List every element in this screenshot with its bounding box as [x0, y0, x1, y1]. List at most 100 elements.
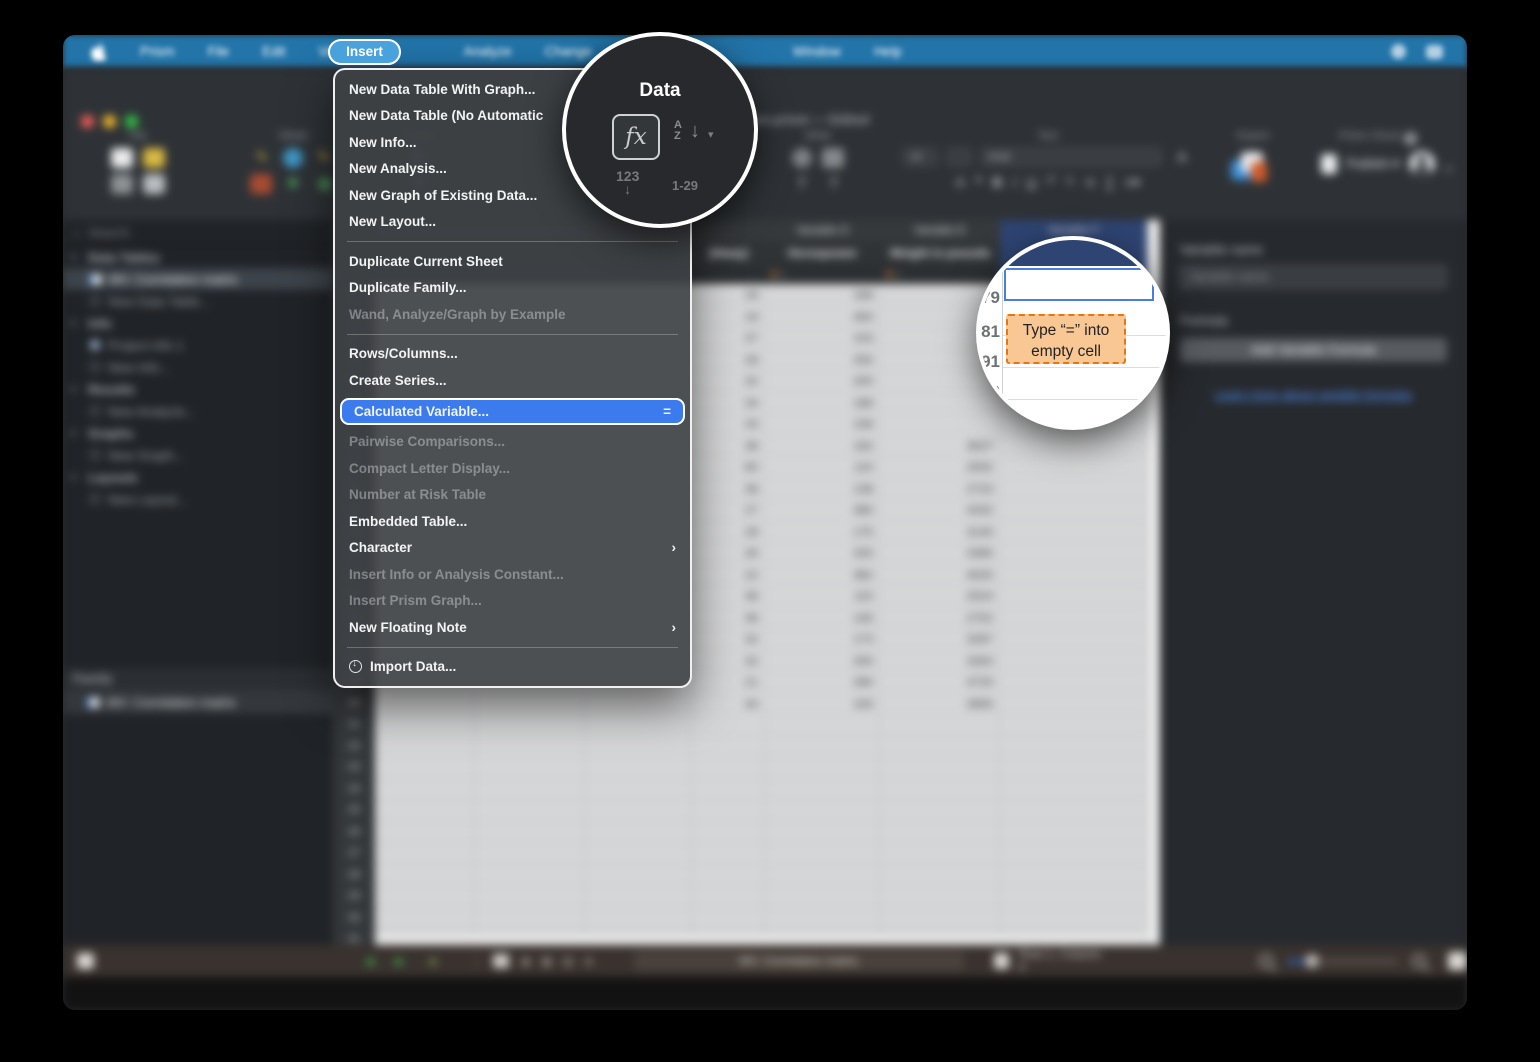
underline-icon[interactable]: U: [1026, 174, 1036, 191]
disclosure-triangle-icon[interactable]: ▾: [71, 472, 81, 483]
table-cell-value[interactable]: 33: [692, 413, 765, 435]
table-cell[interactable]: [692, 757, 765, 779]
table-cell[interactable]: [475, 800, 585, 822]
graph-view-icon[interactable]: ▤: [562, 954, 573, 968]
table-cell-value[interactable]: 27: [692, 499, 765, 521]
table-cell[interactable]: [1000, 585, 1147, 607]
table-cell[interactable]: [880, 714, 1000, 736]
table-cell[interactable]: [375, 779, 475, 801]
next-sheet-icon[interactable]: ▶: [396, 954, 405, 968]
table-cell-value[interactable]: 2752: [880, 607, 1000, 629]
table-cell[interactable]: [375, 843, 475, 865]
info-view-icon[interactable]: ◉: [521, 954, 531, 968]
italic-icon[interactable]: I: [1012, 174, 1016, 191]
number-format-icon[interactable]: 123↓: [616, 170, 639, 196]
text-box-icon[interactable]: T: [823, 174, 845, 194]
table-cell[interactable]: [765, 800, 880, 822]
table-cell-value[interactable]: 110: [765, 456, 880, 478]
sidebar-item-new-layout[interactable]: +New Layout...: [63, 488, 333, 510]
export-orange-doc-icon[interactable]: [1251, 162, 1267, 182]
table-cell-value[interactable]: 2524: [880, 585, 1000, 607]
table-cell[interactable]: [765, 714, 880, 736]
table-cell-value[interactable]: 192: [765, 435, 880, 457]
table-cell[interactable]: [1000, 521, 1147, 543]
back-sheet-icon[interactable]: ◀: [427, 954, 436, 968]
format-a-icon[interactable]: A: [885, 269, 893, 281]
superscript-icon[interactable]: x²: [1047, 174, 1056, 191]
subscript-icon[interactable]: x₂: [1066, 174, 1076, 191]
table-cell[interactable]: [765, 736, 880, 758]
column-title[interactable]: Horsepower: [765, 242, 880, 264]
table-cell[interactable]: [585, 693, 692, 715]
learn-more-link[interactable]: Learn more about variable formulas: [1180, 388, 1447, 402]
table-cell[interactable]: [375, 714, 475, 736]
table-cell[interactable]: [692, 779, 765, 801]
table-cell[interactable]: [692, 886, 765, 908]
column-title[interactable]: (Hway): [692, 242, 765, 264]
menu-item-calculated-variable[interactable]: Calculated Variable...=: [340, 398, 685, 425]
table-cell[interactable]: [692, 843, 765, 865]
toolbar-overflow-chevron[interactable]: »: [1444, 160, 1453, 178]
table-cell-value[interactable]: 145: [765, 607, 880, 629]
menu-item-import-data[interactable]: Import Data...: [335, 654, 690, 681]
table-cell-value[interactable]: 4720: [880, 671, 1000, 693]
table-cell[interactable]: [1000, 607, 1147, 629]
menu-item-character[interactable]: Character›: [335, 535, 690, 562]
sidebar-item-new-graph[interactable]: +New Graph...: [63, 444, 333, 466]
menu-item-embedded-table[interactable]: Embedded Table...: [335, 508, 690, 535]
table-cell-value[interactable]: 32: [692, 370, 765, 392]
disclosure-triangle-icon[interactable]: ▾: [71, 318, 81, 329]
column-title[interactable]: Weight in pounds: [880, 242, 1000, 264]
table-cell[interactable]: [375, 800, 475, 822]
table-cell-value[interactable]: 22: [692, 564, 765, 586]
table-cell-value[interactable]: 3140: [880, 521, 1000, 543]
table-cell[interactable]: [1000, 693, 1147, 715]
text-tool-icon[interactable]: T: [791, 174, 813, 194]
menubar-item-prism[interactable]: Prism: [140, 44, 175, 59]
sidebar-section-info[interactable]: ▾Info: [63, 312, 333, 334]
column-header[interactable]: Variable D: [765, 220, 880, 242]
table-cell-value[interactable]: 4332: [880, 499, 1000, 521]
format-a-icon[interactable]: A: [770, 269, 778, 281]
column-header[interactable]: Variable E: [880, 220, 1000, 242]
magnified-selected-cell[interactable]: [1004, 268, 1154, 301]
table-cell[interactable]: [765, 908, 880, 930]
table-cell[interactable]: [1000, 865, 1147, 887]
zoom-in-icon[interactable]: [1412, 954, 1426, 968]
table-cell[interactable]: [1000, 671, 1147, 693]
cloud-info-icon[interactable]: i: [1404, 132, 1417, 145]
table-cell-value[interactable]: 200: [765, 370, 880, 392]
disclosure-triangle-icon[interactable]: ▾: [71, 428, 81, 439]
table-cell[interactable]: [692, 865, 765, 887]
close-window-button[interactable]: [81, 115, 94, 128]
table-cell[interactable]: [765, 757, 880, 779]
format-chevron-icon[interactable]: ▾: [781, 271, 785, 280]
table-cell[interactable]: [475, 693, 585, 715]
table-cell[interactable]: [475, 779, 585, 801]
font-size-stepper[interactable]: [947, 148, 971, 166]
table-cell[interactable]: [585, 736, 692, 758]
menubar-item-analyze[interactable]: Analyze: [464, 44, 512, 59]
table-cell-value[interactable]: 3637: [880, 435, 1000, 457]
sidebar-section-graphs[interactable]: ▾Graphs: [63, 422, 333, 444]
table-column-variable-d[interactable]: Variable DHorsepowerA ▾16845010325520018…: [765, 220, 880, 945]
sidebar-item-mv-correlation-matrix[interactable]: MV: Correlation matrix: [63, 268, 333, 290]
table-cell-value[interactable]: 21: [692, 671, 765, 693]
table-cell[interactable]: [692, 714, 765, 736]
table-cell-value[interactable]: 19: [692, 306, 765, 328]
sort-az-icon[interactable]: AZ: [674, 120, 682, 142]
table-cell-value[interactable]: 60: [692, 456, 765, 478]
table-cell-value[interactable]: 2723: [880, 478, 1000, 500]
sidebar-section-layouts[interactable]: ▾Layouts: [63, 466, 333, 488]
grow-font-icon[interactable]: A: [956, 174, 965, 191]
table-cell[interactable]: [1000, 542, 1147, 564]
table-cell[interactable]: [692, 736, 765, 758]
variable-name-input[interactable]: Variable name: [1180, 265, 1447, 289]
horizontal-scrollbar[interactable]: [375, 933, 1147, 945]
sidebar-section-data-tables[interactable]: ▾Data Tables: [63, 246, 333, 268]
open-file-icon[interactable]: [143, 148, 165, 168]
table-cell-value[interactable]: 3287: [880, 628, 1000, 650]
menu-item-create-series[interactable]: Create Series...: [335, 367, 690, 394]
table-cell[interactable]: [880, 908, 1000, 930]
table-cell-value[interactable]: 32: [692, 628, 765, 650]
